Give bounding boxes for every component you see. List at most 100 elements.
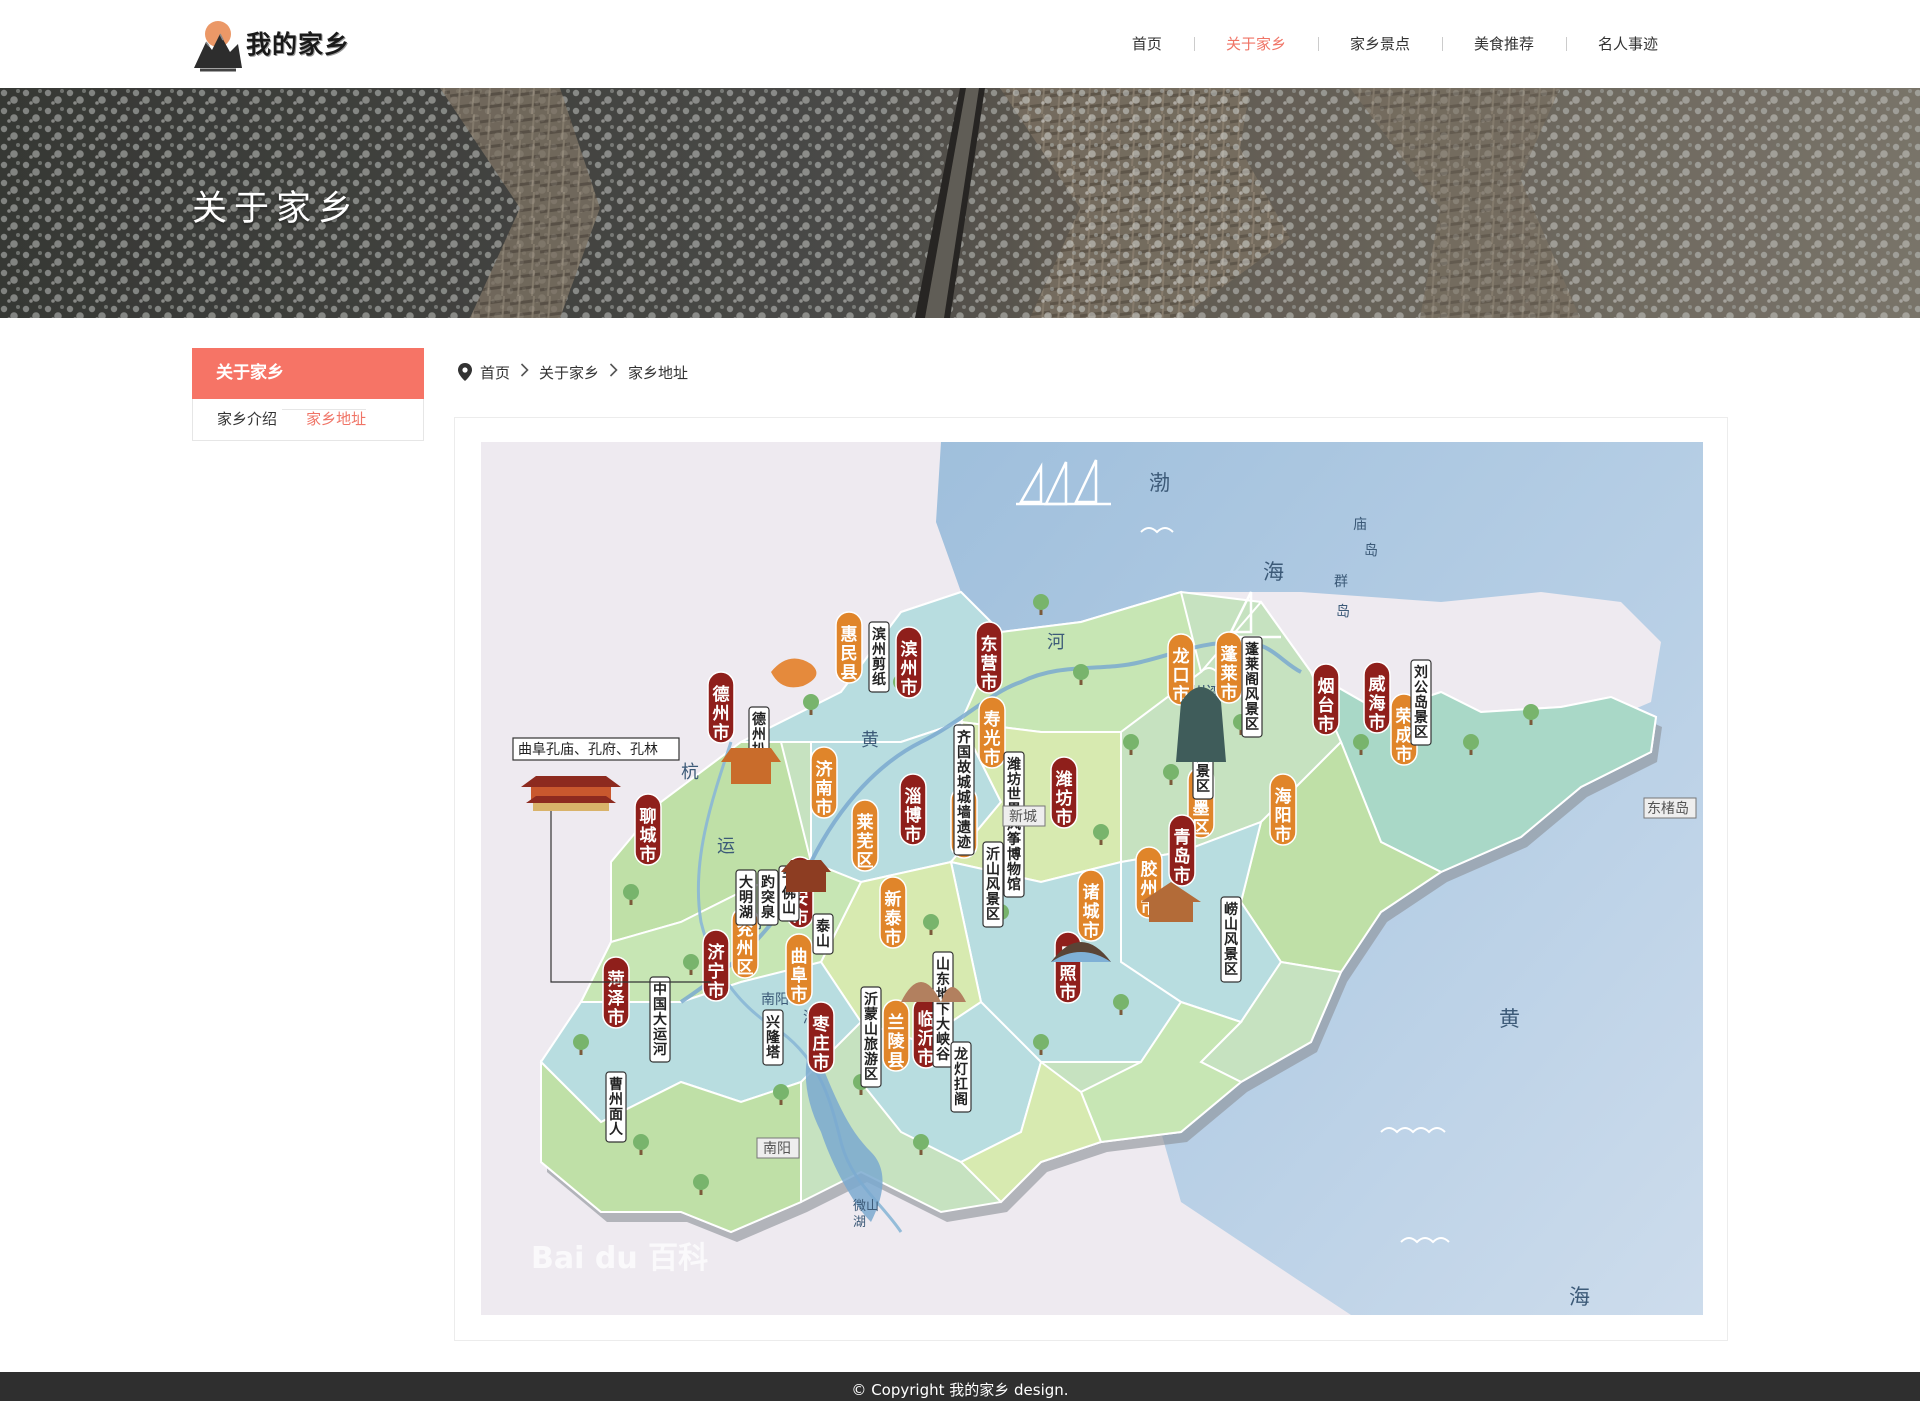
nav-home[interactable]: 首页 xyxy=(1100,34,1194,54)
attraction-name: 沂山风景区 xyxy=(986,846,1000,923)
tree-icon xyxy=(913,1134,929,1150)
attraction-label: 山东地下大峡谷 xyxy=(932,951,954,1068)
island-label: 岛 xyxy=(1336,604,1350,620)
hero-banner: 关于家乡 xyxy=(0,88,1920,318)
site-logo[interactable]: 我的家乡 xyxy=(192,10,350,76)
attraction-name: 曹州面人 xyxy=(608,1076,624,1138)
city-marker: 新泰市 xyxy=(879,876,907,949)
city-marker: 寿光市 xyxy=(978,696,1006,769)
tree-icon xyxy=(923,914,939,930)
sea-label: 黄 xyxy=(1499,1007,1520,1031)
callout-label: 曲阜孔庙、孔府、孔林 xyxy=(518,741,658,758)
sea-label: 渤 xyxy=(1149,471,1170,495)
city-marker: 青岛市 xyxy=(1168,814,1196,887)
tree-icon xyxy=(1123,734,1139,750)
attraction-label: 齐国故城城墙遗迹 xyxy=(953,724,975,856)
city-name: 菏泽市 xyxy=(608,969,625,1028)
shandong-illustrated-map: 渤 海 黄 海 莱州湾 庙 岛 群 岛 黄 河 京 杭 运 河 南阳 湖 微山 xyxy=(481,442,1703,1315)
river-label: 河 xyxy=(1047,632,1065,653)
tree-icon xyxy=(623,884,639,900)
tree-icon xyxy=(1463,734,1479,750)
city-name: 淄博市 xyxy=(905,786,922,845)
city-marker: 东营市 xyxy=(975,621,1003,694)
city-name: 潍坊市 xyxy=(1056,769,1073,828)
town-label: 新城 xyxy=(1009,809,1037,825)
city-marker: 威海市 xyxy=(1363,661,1391,734)
attraction-name: 沂蒙山旅游区 xyxy=(864,991,878,1083)
pavilion-icon xyxy=(781,860,831,892)
attraction-name: 大明湖 xyxy=(739,874,753,921)
city-marker: 莱芜区 xyxy=(851,799,879,872)
city-marker: 淄博市 xyxy=(899,773,927,846)
city-marker: 烟台市 xyxy=(1312,663,1340,736)
attraction-name: 山东地下大峡谷 xyxy=(936,957,951,1063)
attraction-label: 崂山风景区 xyxy=(1220,896,1242,983)
lake-label: 微山 xyxy=(853,1199,879,1214)
tree-icon xyxy=(693,1174,709,1190)
city-name: 滨州市 xyxy=(900,639,918,698)
city-name: 聊城市 xyxy=(640,806,657,865)
attraction-name: 趵突泉 xyxy=(761,874,776,921)
city-name: 惠民县 xyxy=(841,624,858,683)
main-nav: 首页 关于家乡 家乡景点 美食推荐 名人事迹 xyxy=(1100,0,1690,88)
attraction-label: 蓬莱阁风景区 xyxy=(1241,636,1263,738)
attraction-name: 龙灯扛阁 xyxy=(953,1046,968,1108)
city-name: 兰陵县 xyxy=(888,1012,906,1071)
city-marker: 济宁市 xyxy=(702,929,730,1002)
sidebar: 关于家乡 家乡介绍 家乡地址 xyxy=(192,348,424,441)
nav-food[interactable]: 美食推荐 xyxy=(1441,34,1566,54)
shandong-map: 渤 海 黄 海 莱州湾 庙 岛 群 岛 黄 河 京 杭 运 河 南阳 湖 微山 xyxy=(481,442,1703,1315)
attraction-label: 中国大运河 xyxy=(649,976,671,1063)
tree-icon xyxy=(803,694,819,710)
tree-icon xyxy=(1163,764,1179,780)
tree-icon xyxy=(1073,664,1089,680)
attraction-name: 齐国故城城墙遗迹 xyxy=(956,729,972,851)
tree-icon xyxy=(1033,594,1049,610)
sidebar-item-address[interactable]: 家乡地址 xyxy=(282,409,367,428)
city-name: 济南市 xyxy=(816,759,834,818)
copyright-text: © Copyright 我的家乡 design. xyxy=(851,1381,1069,1399)
city-name: 新泰市 xyxy=(885,889,903,948)
attraction-label: 泰山 xyxy=(812,913,834,955)
city-name: 海阳市 xyxy=(1275,786,1292,845)
attraction-name: 中国大运河 xyxy=(653,981,667,1058)
site-header: 我的家乡 首页 关于家乡 家乡景点 美食推荐 名人事迹 xyxy=(0,0,1920,88)
breadcrumb-home[interactable]: 首页 xyxy=(480,362,510,383)
map-frame: 渤 海 黄 海 莱州湾 庙 岛 群 岛 黄 河 京 杭 运 河 南阳 湖 微山 xyxy=(454,417,1728,1341)
location-pin-icon xyxy=(458,363,472,381)
city-name: 枣庄市 xyxy=(812,1014,831,1073)
city-name: 济宁市 xyxy=(708,942,726,1001)
island-label: 岛 xyxy=(1364,543,1378,559)
sidebar-item-intro[interactable]: 家乡介绍 xyxy=(193,410,277,428)
chevron-right-icon xyxy=(609,363,618,381)
tree-icon xyxy=(573,1034,589,1050)
mountain-logo-icon xyxy=(192,12,242,74)
attraction-label: 沂蒙山旅游区 xyxy=(860,986,882,1088)
tree-icon xyxy=(1353,734,1369,750)
sea-label: 海 xyxy=(1263,560,1284,584)
nav-celebrities[interactable]: 名人事迹 xyxy=(1565,34,1690,54)
nav-about[interactable]: 关于家乡 xyxy=(1193,34,1318,54)
tree-icon xyxy=(683,954,699,970)
lake-label: 南阳 xyxy=(761,992,789,1008)
breadcrumb-about[interactable]: 关于家乡 xyxy=(539,362,599,383)
attraction-name: 刘公岛景区 xyxy=(1414,664,1428,741)
city-marker: 枣庄市 xyxy=(807,1001,835,1074)
city-marker: 蓬莱市 xyxy=(1215,631,1243,704)
sidebar-list: 家乡介绍 家乡地址 xyxy=(192,399,424,441)
banner-title: 关于家乡 xyxy=(192,189,361,229)
city-marker: 聊城市 xyxy=(634,793,662,866)
site-footer: © Copyright 我的家乡 design. xyxy=(0,1372,1920,1401)
attraction-label: 兴隆塔 xyxy=(762,1009,784,1066)
baidu-watermark: Bai du 百科 xyxy=(531,1241,708,1276)
tree-icon xyxy=(1523,704,1539,720)
town-label: 南阳 xyxy=(763,1141,791,1157)
city-marker: 惠民县 xyxy=(835,611,863,684)
city-marker: 兰陵县 xyxy=(882,999,910,1072)
attraction-name: 滨州剪纸 xyxy=(871,626,886,688)
city-name: 兖州区 xyxy=(736,919,754,978)
attraction-label: 大明湖 xyxy=(735,869,757,926)
nav-attractions[interactable]: 家乡景点 xyxy=(1317,34,1442,54)
tree-icon xyxy=(1113,994,1129,1010)
city-name: 临沂市 xyxy=(918,1009,935,1068)
